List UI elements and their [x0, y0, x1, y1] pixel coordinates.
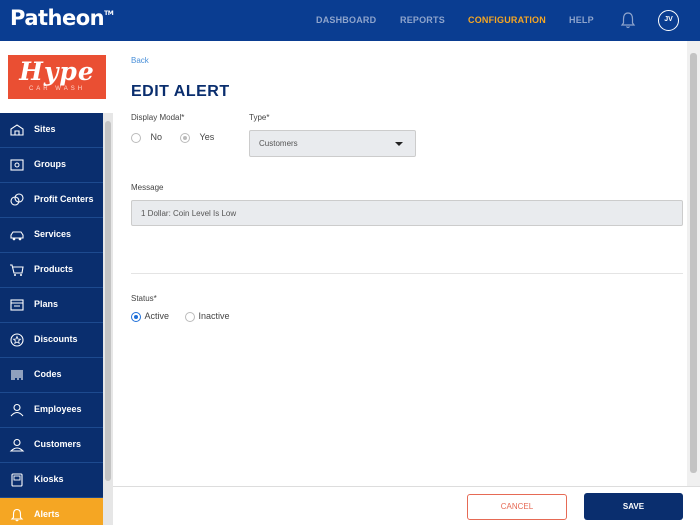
sidebar-item-label: Customers — [34, 439, 82, 449]
radio-no-label: No — [150, 132, 163, 142]
sidebar-item-label: Profit Centers — [34, 194, 94, 204]
radio-inactive[interactable] — [185, 311, 195, 322]
status-inactive[interactable]: Inactive — [185, 311, 230, 322]
nav-dashboard[interactable]: DASHBOARD — [316, 15, 376, 25]
footer-actions: CANCEL SAVE — [113, 486, 700, 525]
status-active[interactable]: Active — [131, 311, 169, 322]
top-bar: PatheonTM DASHBOARD REPORTS CONFIGURATIO… — [0, 0, 700, 41]
groups-icon — [10, 159, 24, 171]
sidebar-item-label: Sites — [34, 124, 56, 134]
app-logo[interactable]: PatheonTM — [10, 6, 114, 30]
bell-icon[interactable] — [620, 11, 636, 29]
message-label: Message — [131, 183, 164, 192]
sidebar-item-groups[interactable]: Groups — [0, 148, 103, 183]
sidebar-scroll-thumb[interactable] — [105, 121, 111, 481]
type-select-value: Customers — [259, 139, 298, 148]
sidebar-scrollbar[interactable] — [103, 113, 113, 525]
cart-icon — [10, 264, 24, 276]
kiosk-icon — [11, 473, 23, 487]
sidebar-item-alerts[interactable]: Alerts — [0, 498, 103, 525]
nav-reports[interactable]: REPORTS — [400, 15, 445, 25]
main-content: Back EDIT ALERT Display Modal* No Yes Ty… — [113, 41, 700, 486]
sidebar-item-plans[interactable]: Plans — [0, 288, 103, 323]
user-avatar[interactable]: JV — [658, 10, 679, 31]
save-button[interactable]: SAVE — [584, 493, 683, 520]
sidebar: Hype CAR WASH Sites Groups Profit Center… — [0, 41, 113, 525]
radio-no[interactable] — [131, 132, 141, 143]
radio-inactive-label: Inactive — [198, 311, 230, 321]
main-scrollbar[interactable] — [687, 41, 700, 486]
bell-icon — [10, 508, 24, 522]
sidebar-item-label: Kiosks — [34, 474, 64, 484]
sidebar-item-sites[interactable]: Sites — [0, 113, 103, 148]
sidebar-item-label: Services — [34, 229, 72, 239]
type-label: Type* — [249, 113, 270, 122]
sidebar-item-label: Discounts — [34, 334, 78, 344]
sidebar-item-services[interactable]: Services — [0, 218, 103, 253]
status-label: Status* — [131, 294, 157, 303]
car-icon — [10, 231, 24, 241]
sidebar-item-label: Plans — [34, 299, 59, 309]
radio-active-label: Active — [144, 311, 170, 321]
back-link[interactable]: Back — [131, 56, 149, 65]
sidebar-item-label: Alerts — [34, 509, 60, 519]
display-modal-yes[interactable]: Yes — [180, 132, 214, 143]
sidebar-item-kiosks[interactable]: Kiosks — [0, 463, 103, 498]
nav-configuration[interactable]: CONFIGURATION — [468, 15, 546, 25]
sidebar-item-label: Codes — [34, 369, 62, 379]
discount-icon — [10, 333, 24, 347]
radio-active[interactable] — [131, 311, 141, 322]
sidebar-item-label: Employees — [34, 404, 82, 414]
sidebar-item-employees[interactable]: Employees — [0, 393, 103, 428]
display-modal-label: Display Modal* — [131, 113, 185, 122]
sidebar-item-codes[interactable]: Codes — [0, 358, 103, 393]
sidebar-item-products[interactable]: Products — [0, 253, 103, 288]
radio-yes-label: Yes — [199, 132, 215, 142]
message-field[interactable]: 1 Dollar: Coin Level Is Low — [131, 200, 683, 226]
employee-icon — [10, 403, 24, 417]
type-select[interactable]: Customers — [249, 130, 416, 157]
barcode-icon — [11, 370, 23, 380]
customer-icon — [9, 438, 25, 452]
sites-icon — [10, 124, 24, 136]
section-divider — [131, 273, 683, 274]
brand-logo: Hype CAR WASH — [8, 55, 106, 99]
sidebar-item-label: Groups — [34, 159, 67, 169]
sidebar-item-discounts[interactable]: Discounts — [0, 323, 103, 358]
message-value: 1 Dollar: Coin Level Is Low — [141, 209, 237, 218]
sidebar-item-label: Products — [34, 264, 74, 274]
sidebar-item-customers[interactable]: Customers — [0, 428, 103, 463]
display-modal-no[interactable]: No — [131, 132, 162, 143]
cancel-button[interactable]: CANCEL — [467, 494, 567, 520]
main-scroll-thumb[interactable] — [690, 53, 697, 473]
sidebar-item-profit-centers[interactable]: Profit Centers — [0, 183, 103, 218]
profit-centers-icon — [10, 193, 24, 206]
nav-help[interactable]: HELP — [569, 15, 594, 25]
radio-yes[interactable] — [180, 132, 190, 143]
sidebar-menu: Sites Groups Profit Centers Services Pro… — [0, 113, 103, 525]
plans-icon — [10, 299, 24, 311]
page-title: EDIT ALERT — [131, 83, 230, 100]
caret-down-icon — [395, 142, 403, 146]
